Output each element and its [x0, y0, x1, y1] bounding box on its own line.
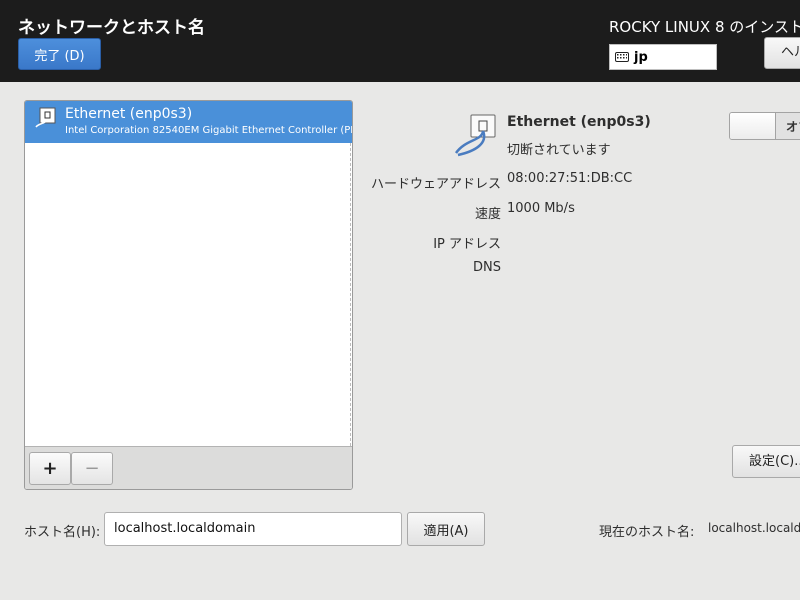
- device-list-item[interactable]: Ethernet (enp0s3) Intel Corporation 8254…: [25, 101, 352, 143]
- header-bar: ネットワークとホスト名 完了 (D) ROCKY LINUX 8 のインスト j…: [0, 0, 800, 82]
- remove-device-button[interactable]: −: [71, 452, 113, 485]
- ethernet-icon: [35, 107, 56, 128]
- current-hostname-value: localhost.localdomain: [708, 521, 800, 535]
- speed-value: 1000 Mb/s: [507, 201, 575, 216]
- settings-button[interactable]: 設定(C)...: [732, 445, 800, 478]
- page-title: ネットワークとホスト名: [18, 18, 205, 38]
- keyboard-layout-indicator[interactable]: jp: [609, 44, 717, 70]
- device-description: Intel Corporation 82540EM Gigabit Ethern…: [65, 125, 353, 136]
- connection-status: 切断されています: [507, 143, 611, 158]
- hostname-input[interactable]: localhost.localdomain: [104, 512, 402, 546]
- device-list-panel: Ethernet (enp0s3) Intel Corporation 8254…: [24, 100, 353, 490]
- help-button[interactable]: ヘル: [764, 37, 800, 69]
- device-list-toolbar: + −: [25, 446, 352, 489]
- done-button[interactable]: 完了 (D): [18, 38, 101, 70]
- connection-toggle[interactable]: オフ: [729, 112, 800, 140]
- keyboard-icon: [615, 52, 629, 62]
- hostname-label: ホスト名(H):: [24, 525, 101, 540]
- speed-label: 速度: [474, 207, 501, 222]
- add-device-button[interactable]: +: [29, 452, 71, 485]
- ethernet-cable-icon: [454, 114, 496, 157]
- toggle-label: オフ: [786, 120, 800, 134]
- device-name: Ethernet (enp0s3): [65, 106, 193, 122]
- toggle-knob: [730, 113, 776, 139]
- hardware-address-value: 08:00:27:51:DB:CC: [507, 171, 633, 186]
- product-title: ROCKY LINUX 8 のインスト: [609, 18, 800, 36]
- list-divider: [350, 143, 351, 446]
- device-detail-title: Ethernet (enp0s3): [507, 114, 651, 130]
- dns-label: DNS: [473, 260, 501, 275]
- current-hostname-label: 現在のホスト名:: [599, 525, 695, 540]
- ip-address-label: IP アドレス: [433, 237, 501, 252]
- apply-button[interactable]: 適用(A): [407, 512, 485, 546]
- hardware-address-label: ハードウェアアドレス: [370, 177, 501, 192]
- keyboard-layout-label: jp: [634, 49, 648, 65]
